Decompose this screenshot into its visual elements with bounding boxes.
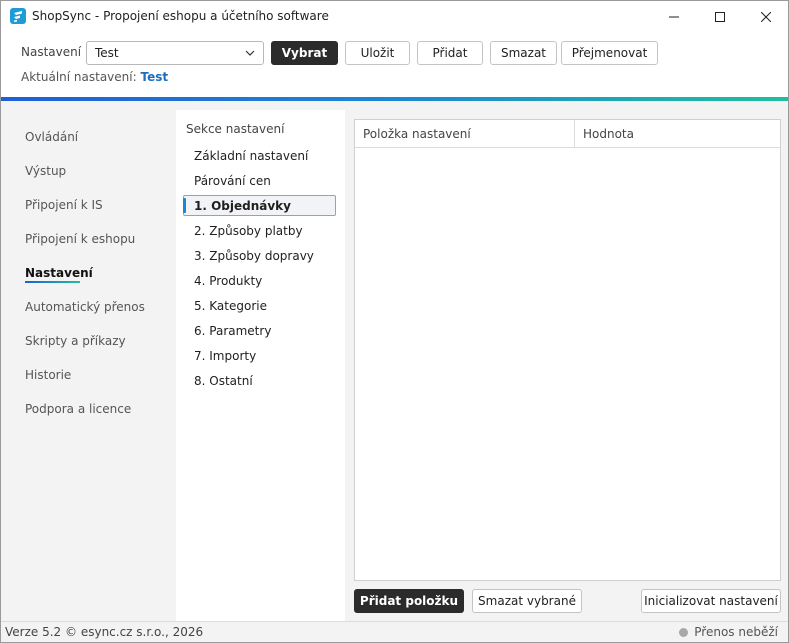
save-button[interactable]: Uložit xyxy=(345,41,410,65)
close-icon xyxy=(761,12,771,22)
sidebar-item-pripojeni-is[interactable]: Připojení k IS xyxy=(25,198,103,212)
status-dot-icon xyxy=(679,627,689,637)
section-item-produkty[interactable]: 4. Produkty xyxy=(194,274,262,288)
app-window: ShopSync - Propojení eshopu a účetního s… xyxy=(0,0,789,643)
sidebar-item-vystup[interactable]: Výstup xyxy=(25,164,66,178)
column-separator[interactable] xyxy=(574,120,575,148)
copyright-text: © esync.cz s.r.o., 2026 xyxy=(65,625,204,639)
sidebar-item-skripty[interactable]: Skripty a příkazy xyxy=(25,334,126,348)
minimize-button[interactable] xyxy=(651,1,697,33)
section-item-ostatni[interactable]: 8. Ostatní xyxy=(194,374,253,388)
section-item-parovani-cen[interactable]: Párování cen xyxy=(194,174,271,188)
version-info: Verze 5.2 © esync.cz s.r.o., 2026 xyxy=(5,625,203,639)
shopsync-logo-icon xyxy=(10,8,26,24)
sidebar-item-podpora[interactable]: Podpora a licence xyxy=(25,402,131,416)
transfer-status-text: Přenos neběží xyxy=(694,625,778,639)
section-item-zpusoby-dopravy[interactable]: 3. Způsoby dopravy xyxy=(194,249,314,263)
delete-selected-button[interactable]: Smazat vybrané xyxy=(472,589,582,613)
section-item-parametry[interactable]: 6. Parametry xyxy=(194,324,271,338)
sidebar-item-ovladani[interactable]: Ovládání xyxy=(25,130,78,144)
window-title: ShopSync - Propojení eshopu a účetního s… xyxy=(32,9,329,23)
section-item-importy[interactable]: 7. Importy xyxy=(194,349,256,363)
version-text: Verze 5.2 xyxy=(5,625,62,639)
maximize-button[interactable] xyxy=(697,1,743,33)
sections-panel: Sekce nastavení Základní nastavení Párov… xyxy=(176,110,345,621)
section-item-zpusoby-platby[interactable]: 2. Způsoby platby xyxy=(194,224,303,238)
table-header: Položka nastavení Hodnota xyxy=(355,120,780,148)
chevron-down-icon xyxy=(245,50,255,56)
transfer-status: Přenos neběží xyxy=(679,625,778,639)
sidebar-item-automaticky-prenos[interactable]: Automatický přenos xyxy=(25,300,145,314)
settings-select[interactable]: Test xyxy=(86,41,264,65)
select-button[interactable]: Vybrat xyxy=(271,41,338,65)
settings-select-value: Test xyxy=(95,46,119,60)
sidebar-item-pripojeni-eshop[interactable]: Připojení k eshopu xyxy=(25,232,135,246)
current-setting-value: Test xyxy=(140,70,169,84)
maximize-icon xyxy=(715,12,725,22)
settings-toolbar: Nastavení Test Vybrat Uložit Přidat Smaz… xyxy=(1,33,788,97)
sidebar-nav: Ovládání Výstup Připojení k IS Připojení… xyxy=(1,101,176,621)
rename-button[interactable]: Přejmenovat xyxy=(561,41,658,65)
close-button[interactable] xyxy=(743,1,788,33)
title-bar: ShopSync - Propojení eshopu a účetního s… xyxy=(1,1,788,33)
initialize-settings-button[interactable]: Inicializovat nastavení xyxy=(641,589,781,613)
sidebar-item-historie[interactable]: Historie xyxy=(25,368,71,382)
minimize-icon xyxy=(669,16,679,18)
settings-label: Nastavení xyxy=(21,45,82,59)
sections-title: Sekce nastavení xyxy=(186,122,285,136)
add-button[interactable]: Přidat xyxy=(417,41,483,65)
column-header-item[interactable]: Položka nastavení xyxy=(363,127,471,141)
section-item-zakladni[interactable]: Základní nastavení xyxy=(194,149,308,163)
status-bar: Verze 5.2 © esync.cz s.r.o., 2026 Přenos… xyxy=(1,621,788,642)
column-header-value[interactable]: Hodnota xyxy=(583,127,634,141)
delete-button[interactable]: Smazat xyxy=(490,41,557,65)
add-item-button[interactable]: Přidat položku xyxy=(354,589,464,613)
current-setting: Aktuální nastavení: Test xyxy=(21,70,168,84)
section-item-kategorie[interactable]: 5. Kategorie xyxy=(194,299,267,313)
settings-main-panel: Položka nastavení Hodnota Přidat položku… xyxy=(345,110,788,621)
active-nav-indicator xyxy=(25,281,80,283)
settings-table[interactable]: Položka nastavení Hodnota xyxy=(354,119,781,581)
section-item-objednavky[interactable]: 1. Objednávky xyxy=(194,199,291,213)
current-setting-label: Aktuální nastavení: xyxy=(21,70,137,84)
sidebar-item-nastaveni[interactable]: Nastavení xyxy=(25,266,93,280)
